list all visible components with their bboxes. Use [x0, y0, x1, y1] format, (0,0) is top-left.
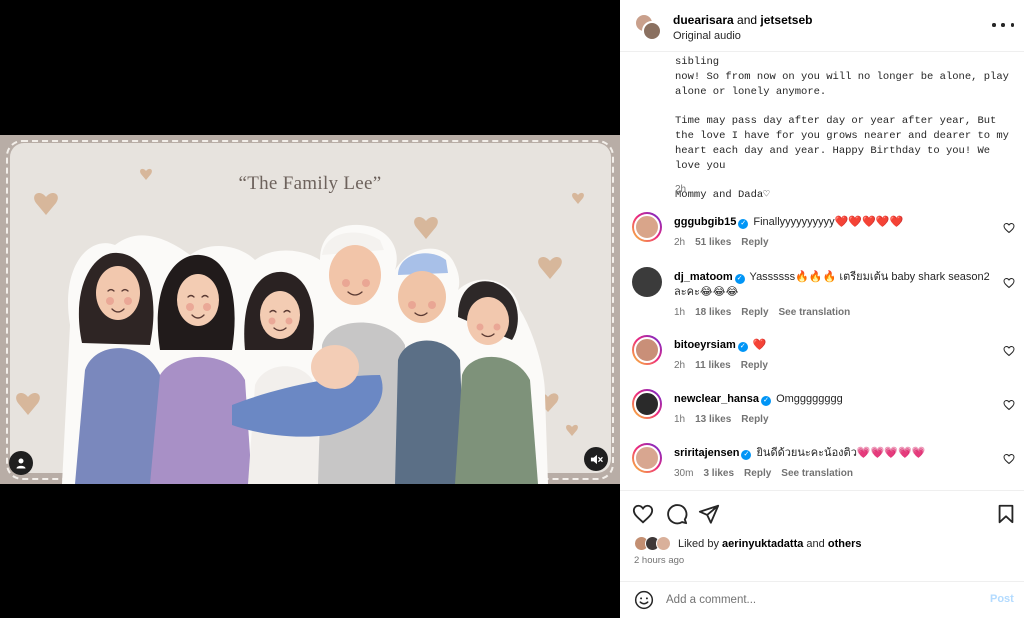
media-pane: “The Family Lee”: [0, 0, 620, 618]
comment-item: bitoeyrsiam ✓ ❤️ 2h 11 likes Reply: [620, 335, 1024, 395]
post-timestamp[interactable]: 2 hours ago: [634, 555, 684, 566]
speaker-muted-icon: [590, 454, 603, 464]
verified-badge-icon: ✓: [741, 450, 752, 460]
comment-meta: 1h 13 likes Reply: [674, 414, 769, 425]
instagram-post-modal: “The Family Lee” duearisara and jetsetse…: [0, 0, 1024, 618]
liked-by-user-link[interactable]: aerinyuktadatta: [722, 538, 803, 550]
comment-username[interactable]: dj_matoom: [674, 271, 733, 283]
verified-badge-icon: ✓: [761, 396, 771, 406]
likes-count[interactable]: 18 likes: [695, 307, 731, 318]
comment-text: bitoeyrsiam ✓ ❤️: [674, 339, 767, 352]
bookmark-icon[interactable]: [995, 503, 1017, 525]
comment-username[interactable]: sriritajensen: [674, 447, 739, 459]
reply-button[interactable]: Reply: [741, 237, 768, 248]
avatar[interactable]: [632, 267, 662, 297]
comment-text: sriritajensen ✓ ยินดีด้วยนะคะน้องติว💗💗💗💗💗: [674, 447, 926, 460]
comment-item: gggubgib15 ✓ Finallyyyyyyyyyy❤️❤️❤️❤️❤️ 2…: [620, 212, 1024, 272]
likes-count[interactable]: 11 likes: [695, 360, 731, 371]
comment-username[interactable]: gggubgib15: [674, 216, 736, 228]
mute-toggle-button[interactable]: [584, 447, 608, 471]
post-caption: have baby just for you, cause you are ha…: [675, 52, 1015, 217]
see-translation-button[interactable]: See translation: [779, 307, 851, 318]
comment-meta: 2h 51 likes Reply: [674, 237, 769, 248]
comment-item: newclear_hansa ✓ Omgggggggg 1h 13 likes Rep…: [620, 389, 1024, 449]
comment-icon[interactable]: [666, 503, 688, 525]
like-comment-heart-icon[interactable]: [1003, 399, 1015, 411]
avatar: [656, 536, 671, 551]
video-player[interactable]: “The Family Lee”: [0, 135, 620, 484]
like-comment-heart-icon[interactable]: [1003, 345, 1015, 357]
like-comment-heart-icon[interactable]: [1003, 222, 1015, 234]
collab-usernames: duearisara and jetsetseb: [673, 13, 812, 27]
comment-meta: 30m 3 likes Reply See translation: [674, 468, 853, 479]
post-actions: Liked by aerinyuktadatta and others 2 ho…: [620, 490, 1024, 618]
likes-count[interactable]: 13 likes: [695, 414, 731, 425]
likes-count[interactable]: 51 likes: [695, 237, 731, 248]
caption-cut-line: have baby just for you, cause you are ha…: [675, 52, 965, 68]
family-illustration: [16, 168, 584, 484]
liked-by-others-link[interactable]: others: [828, 538, 862, 550]
comments-scroll-area[interactable]: have baby just for you, cause you are ha…: [620, 52, 1024, 490]
user-icon: [16, 458, 26, 469]
likes-count[interactable]: 3 likes: [703, 468, 734, 479]
like-comment-heart-icon[interactable]: [1003, 277, 1015, 289]
caption-paragraph: Time may pass day after day or year afte…: [675, 115, 1009, 172]
avatar[interactable]: [632, 335, 662, 365]
post-side-pane: duearisara and jetsetseb Original audio …: [620, 0, 1024, 618]
more-options-button[interactable]: [992, 17, 1014, 33]
reply-button[interactable]: Reply: [744, 468, 771, 479]
verified-badge-icon: ✓: [738, 219, 749, 229]
verified-badge-icon: ✓: [734, 274, 745, 284]
like-comment-heart-icon[interactable]: [1003, 453, 1015, 465]
heart-icon[interactable]: [632, 503, 654, 525]
send-icon[interactable]: [698, 503, 720, 525]
comment-text: dj_matoom ✓ Yassssss🔥🔥🔥 เตรียมเต้น baby s…: [674, 271, 990, 298]
caption-signoff: Mommy and Dada♡: [675, 189, 770, 201]
audio-link[interactable]: Original audio: [673, 30, 741, 42]
liked-by-text: Liked by aerinyuktadatta and others: [678, 538, 862, 550]
comment-composer: Post: [620, 581, 1024, 618]
comment-item: dj_matoom ✓ Yassssss🔥🔥🔥 เตรียมเต้น baby s…: [620, 267, 1024, 327]
post-comment-button[interactable]: Post: [990, 593, 1014, 605]
comment-meta: 2h 11 likes Reply: [674, 360, 768, 371]
comment-text: gggubgib15 ✓ Finallyyyyyyyyyy❤️❤️❤️❤️❤️: [674, 216, 904, 229]
comment-meta: 1h 18 likes Reply See translation: [674, 307, 851, 318]
see-translation-button[interactable]: See translation: [781, 468, 853, 479]
tagged-users-button[interactable]: [9, 451, 33, 475]
reply-button[interactable]: Reply: [741, 307, 768, 318]
collab-avatars[interactable]: [634, 13, 662, 41]
more-horizontal-icon: [992, 23, 996, 27]
avatar[interactable]: [632, 212, 662, 242]
avatar[interactable]: [632, 389, 662, 419]
username-link[interactable]: duearisara: [673, 13, 734, 27]
comment-username[interactable]: newclear_hansa: [674, 393, 759, 405]
caption-time: 2h: [675, 184, 687, 195]
caption-text: now! So from now on you will no longer b…: [675, 71, 1009, 98]
avatar[interactable]: [632, 443, 662, 473]
avatar: [642, 21, 662, 41]
post-header: duearisara and jetsetseb Original audio: [620, 0, 1024, 52]
comment-text: newclear_hansa ✓ Omgggggggg: [674, 393, 843, 406]
reply-button[interactable]: Reply: [741, 414, 768, 425]
comment-input[interactable]: [666, 591, 956, 609]
joiner-text: and: [737, 13, 758, 27]
verified-badge-icon: ✓: [737, 342, 748, 352]
reply-button[interactable]: Reply: [741, 360, 768, 371]
comment-item: sriritajensen ✓ ยินดีด้วยนะคะน้องติว💗💗💗💗💗…: [620, 443, 1024, 490]
comment-username[interactable]: bitoeyrsiam: [674, 339, 736, 351]
emoji-icon[interactable]: [634, 590, 654, 610]
username-link[interactable]: jetsetseb: [760, 13, 812, 27]
